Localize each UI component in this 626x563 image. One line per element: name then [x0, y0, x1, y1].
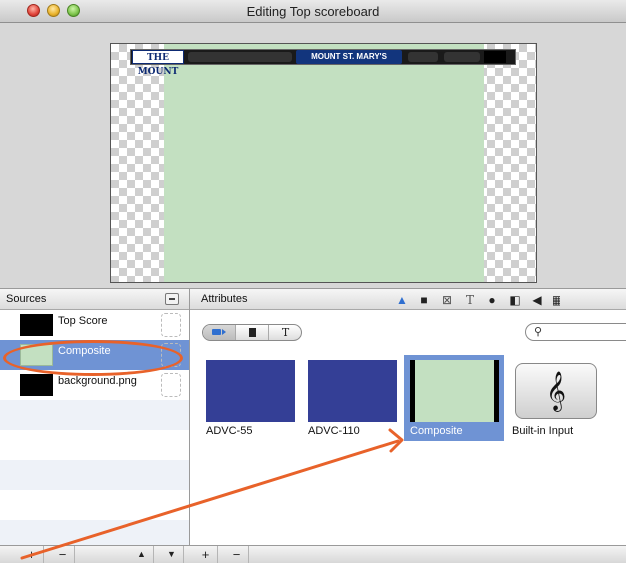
scoreboard-overlay: THE MOUNT MOUNT ST. MARY'S	[124, 47, 525, 77]
list-stripe	[0, 460, 189, 490]
input-tile-composite[interactable]: Composite	[404, 355, 504, 441]
input-tile-advc-110[interactable]: ADVC-110	[302, 355, 402, 441]
remove-source-button[interactable]: −	[51, 546, 75, 563]
remove-attribute-button[interactable]: −	[225, 546, 249, 563]
source-item-top-score[interactable]: Top Score	[0, 310, 189, 340]
video-camera-icon[interactable]	[203, 325, 236, 340]
title-bar[interactable]: Editing Top scoreboard	[0, 0, 626, 23]
input-tile-built-in[interactable]: 𝄞 Built-in Input	[506, 355, 606, 441]
text-icon[interactable]: T	[462, 293, 478, 307]
input-label: ADVC-55	[206, 425, 253, 437]
source-thumbnail	[20, 374, 53, 396]
bottom-bar: + − ▲ ▼ + −	[0, 545, 626, 563]
split-view-icon[interactable]: ◧	[507, 293, 523, 307]
source-drop-box[interactable]	[161, 373, 181, 397]
input-label: Composite	[410, 425, 463, 437]
move-down-button[interactable]: ▼	[160, 546, 184, 563]
scoreboard-slot	[408, 52, 438, 62]
scoreboard-slot	[484, 51, 506, 63]
shapes-icon[interactable]: ▲	[394, 293, 410, 307]
source-type-segmented-control[interactable]: T	[202, 324, 302, 341]
preview-area: THE MOUNT MOUNT ST. MARY'S	[0, 23, 626, 288]
sources-header: Sources	[0, 288, 189, 310]
scoreboard-slot	[444, 52, 480, 62]
search-icon: ⚲	[534, 326, 543, 338]
collapse-icon[interactable]	[165, 293, 179, 305]
search-input[interactable]: ⚲	[525, 323, 626, 341]
window-title: Editing Top scoreboard	[246, 4, 380, 19]
sources-header-label: Sources	[6, 293, 47, 305]
document-icon[interactable]	[236, 325, 269, 340]
treble-clef-icon: 𝄞	[515, 363, 597, 419]
add-attribute-button[interactable]: +	[194, 546, 218, 563]
input-thumbnail	[206, 360, 295, 422]
attributes-panel: Attributes ▲ ■ ⊠ T ● ◧ ◀ ▦ T ⚲ ADVC-55 A…	[190, 288, 626, 545]
speaker-icon[interactable]: ◀	[529, 293, 545, 307]
composite-layer	[164, 44, 484, 282]
crop-icon[interactable]: ⊠	[439, 293, 455, 307]
preview-canvas[interactable]: THE MOUNT MOUNT ST. MARY'S	[110, 43, 537, 283]
input-label: Built-in Input	[512, 425, 574, 437]
annotation-oval	[3, 340, 183, 376]
input-thumbnail	[410, 360, 499, 422]
scoreboard-center-text: MOUNT ST. MARY'S	[296, 50, 402, 64]
source-drop-box[interactable]	[161, 313, 181, 337]
app-window: Editing Top scoreboard THE MOUNT MOUNT S…	[0, 0, 626, 563]
folder-icon[interactable]: ■	[416, 293, 432, 307]
attributes-header-label: Attributes	[201, 293, 248, 305]
checker-icon[interactable]: ▦	[552, 293, 560, 307]
source-name: Top Score	[58, 315, 108, 327]
source-thumbnail	[20, 314, 53, 336]
list-stripe	[0, 400, 189, 430]
attributes-header: Attributes ▲ ■ ⊠ T ● ◧ ◀ ▦	[190, 288, 626, 310]
person-icon[interactable]: ●	[484, 293, 500, 307]
add-source-button[interactable]: +	[20, 546, 44, 563]
source-name: background.png	[58, 375, 137, 387]
scoreboard-slot	[188, 52, 292, 62]
text-source-tab[interactable]: T	[269, 325, 301, 340]
input-thumbnail	[308, 360, 397, 422]
sources-panel: Sources Top Score Composite background.p…	[0, 288, 190, 563]
move-up-button[interactable]: ▲	[130, 546, 154, 563]
input-label: ADVC-110	[308, 425, 360, 437]
input-tile-advc-55[interactable]: ADVC-55	[200, 355, 300, 441]
scoreboard-logo: THE MOUNT	[132, 50, 184, 77]
